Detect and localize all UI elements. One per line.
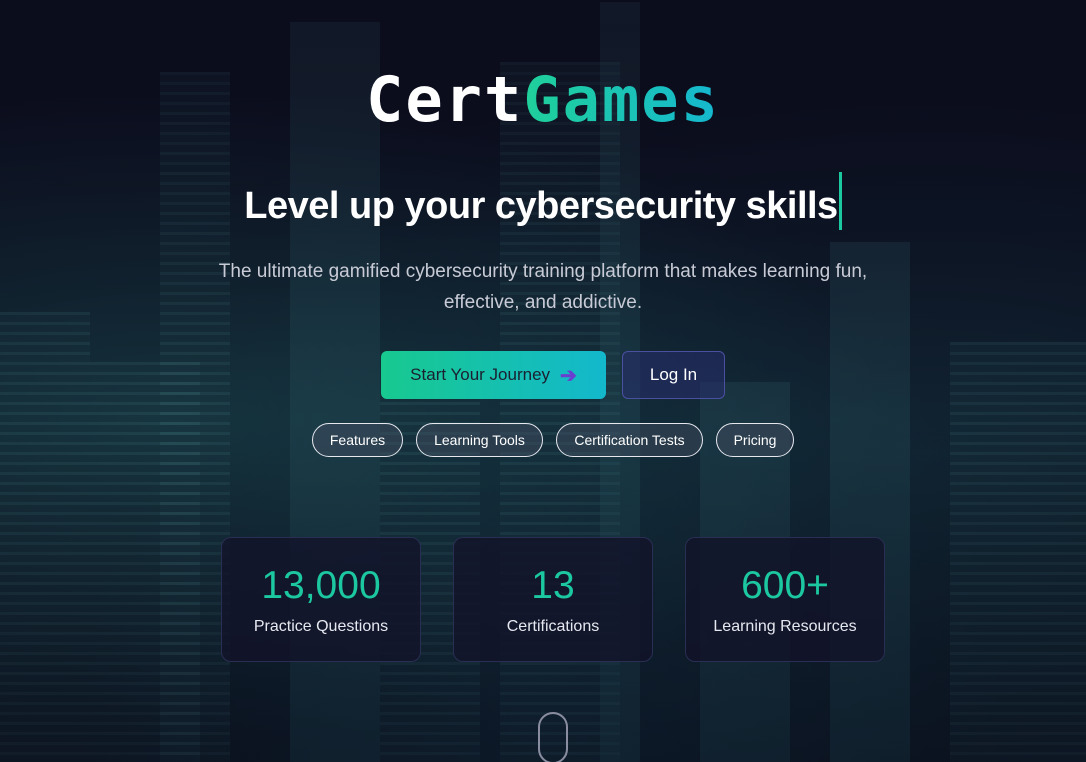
logo-part-games: Games	[523, 63, 720, 136]
pill-pricing[interactable]: Pricing	[716, 423, 794, 457]
hero-headline-text: Level up your cybersecurity skills	[244, 185, 838, 227]
stat-label: Practice Questions	[253, 618, 389, 635]
stat-card-resources: 600+ Learning Resources	[685, 537, 885, 662]
stat-value: 600+	[741, 564, 829, 607]
stat-value: 13,000	[261, 564, 381, 607]
arrow-right-icon: ➔	[560, 364, 577, 387]
stat-card-questions: 13,000 Practice Questions	[221, 537, 421, 662]
pill-certification-tests[interactable]: Certification Tests	[556, 423, 703, 457]
logo: CertGames	[0, 62, 1086, 138]
stat-value: 13	[531, 564, 575, 607]
stat-card-certifications: 13 Certifications	[453, 537, 653, 662]
start-journey-button[interactable]: Start Your Journey ➔	[381, 351, 606, 399]
scroll-mouse-icon[interactable]	[538, 712, 568, 762]
hero-headline: Level up your cybersecurity skills	[0, 172, 1086, 236]
stat-label: Certifications	[506, 618, 600, 635]
stat-label: Learning Resources	[713, 618, 857, 635]
start-journey-label: Start Your Journey	[410, 365, 551, 384]
pill-features[interactable]: Features	[312, 423, 403, 457]
logo-part-cert: Cert	[366, 63, 524, 136]
typing-cursor	[838, 172, 842, 230]
hero-subtitle: The ultimate gamified cybersecurity trai…	[218, 261, 868, 313]
login-button[interactable]: Log In	[622, 351, 725, 399]
pill-learning-tools[interactable]: Learning Tools	[416, 423, 543, 457]
